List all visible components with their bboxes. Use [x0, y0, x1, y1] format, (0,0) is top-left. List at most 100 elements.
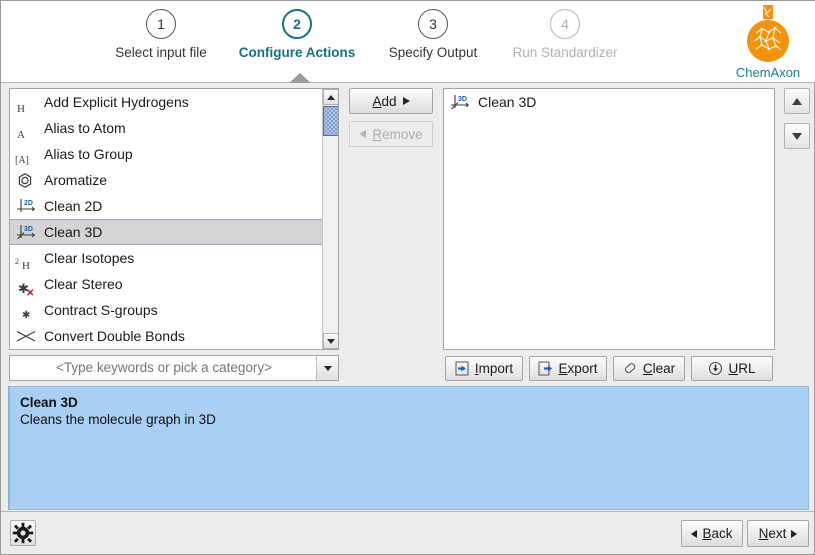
wizard-step-select-input-file[interactable]: 1 Select input file — [93, 9, 229, 60]
list-item-label: Clear Isotopes — [44, 245, 134, 271]
list-item[interactable]: 2H Clear Isotopes — [10, 245, 338, 271]
remove-button-label: Remove — [372, 127, 422, 142]
step-label-3: Specify Output — [365, 45, 501, 60]
wizard-step-configure-actions[interactable]: 2 Configure Actions — [229, 9, 365, 60]
clear-stereo-icon: ✱✕ — [14, 274, 38, 294]
alias-atom-icon: A — [14, 118, 38, 138]
step-label-2: Configure Actions — [229, 45, 365, 60]
next-button-label: Next — [759, 526, 787, 541]
import-button[interactable]: Import — [445, 356, 523, 381]
chevron-down-icon — [327, 339, 335, 344]
list-item-label: Alias to Group — [44, 141, 133, 167]
arrow-down-icon — [792, 133, 802, 140]
list-item-label: Alias to Atom — [44, 115, 126, 141]
step-number-3: 3 — [418, 9, 448, 39]
list-item[interactable]: Aromatize — [10, 167, 338, 193]
search-input[interactable] — [10, 356, 318, 380]
configure-actions-body: H Add Explicit Hydrogens A Alias to Atom… — [1, 83, 814, 381]
action-description-panel: Clean 3D Cleans the molecule graph in 3D — [8, 386, 809, 510]
list-item-label: Contract S-groups — [44, 297, 158, 323]
back-button-label: Back — [702, 526, 732, 541]
hexagon-glyph — [18, 173, 32, 188]
chevron-down-icon — [324, 366, 332, 371]
move-down-button[interactable] — [784, 123, 810, 149]
alias-group-icon: [A] — [14, 144, 38, 164]
list-item[interactable]: ✱✕ Clear Stereo — [10, 271, 338, 297]
chevron-up-icon — [327, 95, 335, 100]
aromatic-ring-icon — [14, 170, 38, 190]
selected-actions-list[interactable]: 3D Clean 3D — [443, 88, 775, 350]
axes-2d-glyph: 2D — [16, 198, 36, 215]
export-button[interactable]: Export — [529, 356, 607, 381]
svg-text:3D: 3D — [24, 226, 33, 233]
standardizer-window: 1 Select input file 2 Configure Actions … — [0, 0, 815, 555]
add-button[interactable]: Add — [349, 88, 433, 114]
available-actions-scrollbar[interactable] — [322, 89, 338, 349]
arrow-left-icon — [359, 130, 366, 138]
step-number-1: 1 — [146, 9, 176, 39]
clean-3d-icon: 3D — [14, 222, 38, 242]
clear-isotopes-icon: 2H — [14, 248, 38, 268]
list-item-label: Clear Stereo — [44, 271, 123, 297]
back-button[interactable]: Back — [681, 520, 743, 547]
list-item-label: Clean 3D — [478, 89, 536, 115]
wizard-header: 1 Select input file 2 Configure Actions … — [1, 1, 815, 83]
list-item[interactable]: 2D Clean 2D — [10, 193, 338, 219]
chemaxon-logo: ChemAxon — [726, 3, 810, 81]
download-url-icon — [708, 361, 723, 376]
arrow-right-icon — [791, 530, 797, 538]
step-number-4: 4 — [550, 9, 580, 39]
step-label-1: Select input file — [93, 45, 229, 60]
url-button[interactable]: URL — [691, 356, 773, 381]
scroll-up-button[interactable] — [323, 89, 339, 105]
settings-button[interactable] — [10, 520, 36, 546]
step-label-4: Run Standardizer — [497, 45, 633, 60]
list-item[interactable]: Convert Double Bonds — [10, 323, 338, 349]
step-number-2: 2 — [282, 9, 312, 39]
list-item[interactable]: 3D Clean 3D — [444, 89, 774, 115]
arrow-left-icon — [691, 530, 697, 538]
list-item[interactable]: A Alias to Atom — [10, 115, 338, 141]
combobox-toggle-button[interactable] — [316, 356, 338, 380]
wizard-footer: Back Next — [1, 511, 814, 554]
move-up-button[interactable] — [784, 88, 810, 114]
keyword-filter-combobox[interactable] — [9, 355, 339, 381]
description-text: Cleans the molecule graph in 3D — [20, 412, 798, 427]
next-button[interactable]: Next — [747, 520, 809, 547]
clean-2d-icon: 2D — [14, 196, 38, 216]
svg-text:3D: 3D — [458, 96, 467, 103]
add-button-label: Add — [372, 94, 396, 109]
list-item[interactable]: [A] Alias to Group — [10, 141, 338, 167]
wizard-step-run-standardizer: 4 Run Standardizer — [497, 9, 633, 60]
clear-button[interactable]: Clear — [613, 356, 685, 381]
clear-button-label: Clear — [643, 361, 675, 376]
url-button-label: URL — [728, 361, 755, 376]
hydrogen-icon: H — [14, 92, 38, 112]
list-item-selected[interactable]: 3D Clean 3D — [10, 219, 338, 245]
list-item-label: Add Explicit Hydrogens — [44, 89, 189, 115]
arrow-up-icon — [792, 98, 802, 105]
list-item-label: Aromatize — [44, 167, 107, 193]
clean-3d-icon: 3D — [448, 92, 472, 112]
chemaxon-logo-text: ChemAxon — [726, 65, 810, 80]
import-button-label: Import — [475, 361, 513, 376]
active-step-pointer-icon — [289, 73, 311, 83]
list-item[interactable]: H Add Explicit Hydrogens — [10, 89, 338, 115]
gear-icon — [11, 521, 35, 545]
wizard-step-specify-output[interactable]: 3 Specify Output — [365, 9, 501, 60]
convert-double-bonds-icon — [14, 326, 38, 346]
arrow-right-icon — [403, 97, 410, 105]
scrollbar-thumb[interactable] — [323, 106, 339, 136]
axes-3d-glyph: 3D — [450, 94, 470, 111]
export-icon — [538, 361, 553, 376]
axes-3d-glyph: 3D — [16, 224, 36, 241]
svg-text:2D: 2D — [24, 200, 33, 207]
list-item-label: Clean 3D — [44, 219, 102, 245]
scroll-down-button[interactable] — [323, 333, 339, 349]
double-bond-glyph — [16, 330, 36, 343]
import-icon — [455, 361, 470, 376]
list-item-label: Convert Double Bonds — [44, 323, 185, 349]
available-actions-list[interactable]: H Add Explicit Hydrogens A Alias to Atom… — [9, 88, 339, 350]
list-item[interactable]: ✱ Contract S-groups — [10, 297, 338, 323]
eraser-icon — [623, 361, 638, 376]
